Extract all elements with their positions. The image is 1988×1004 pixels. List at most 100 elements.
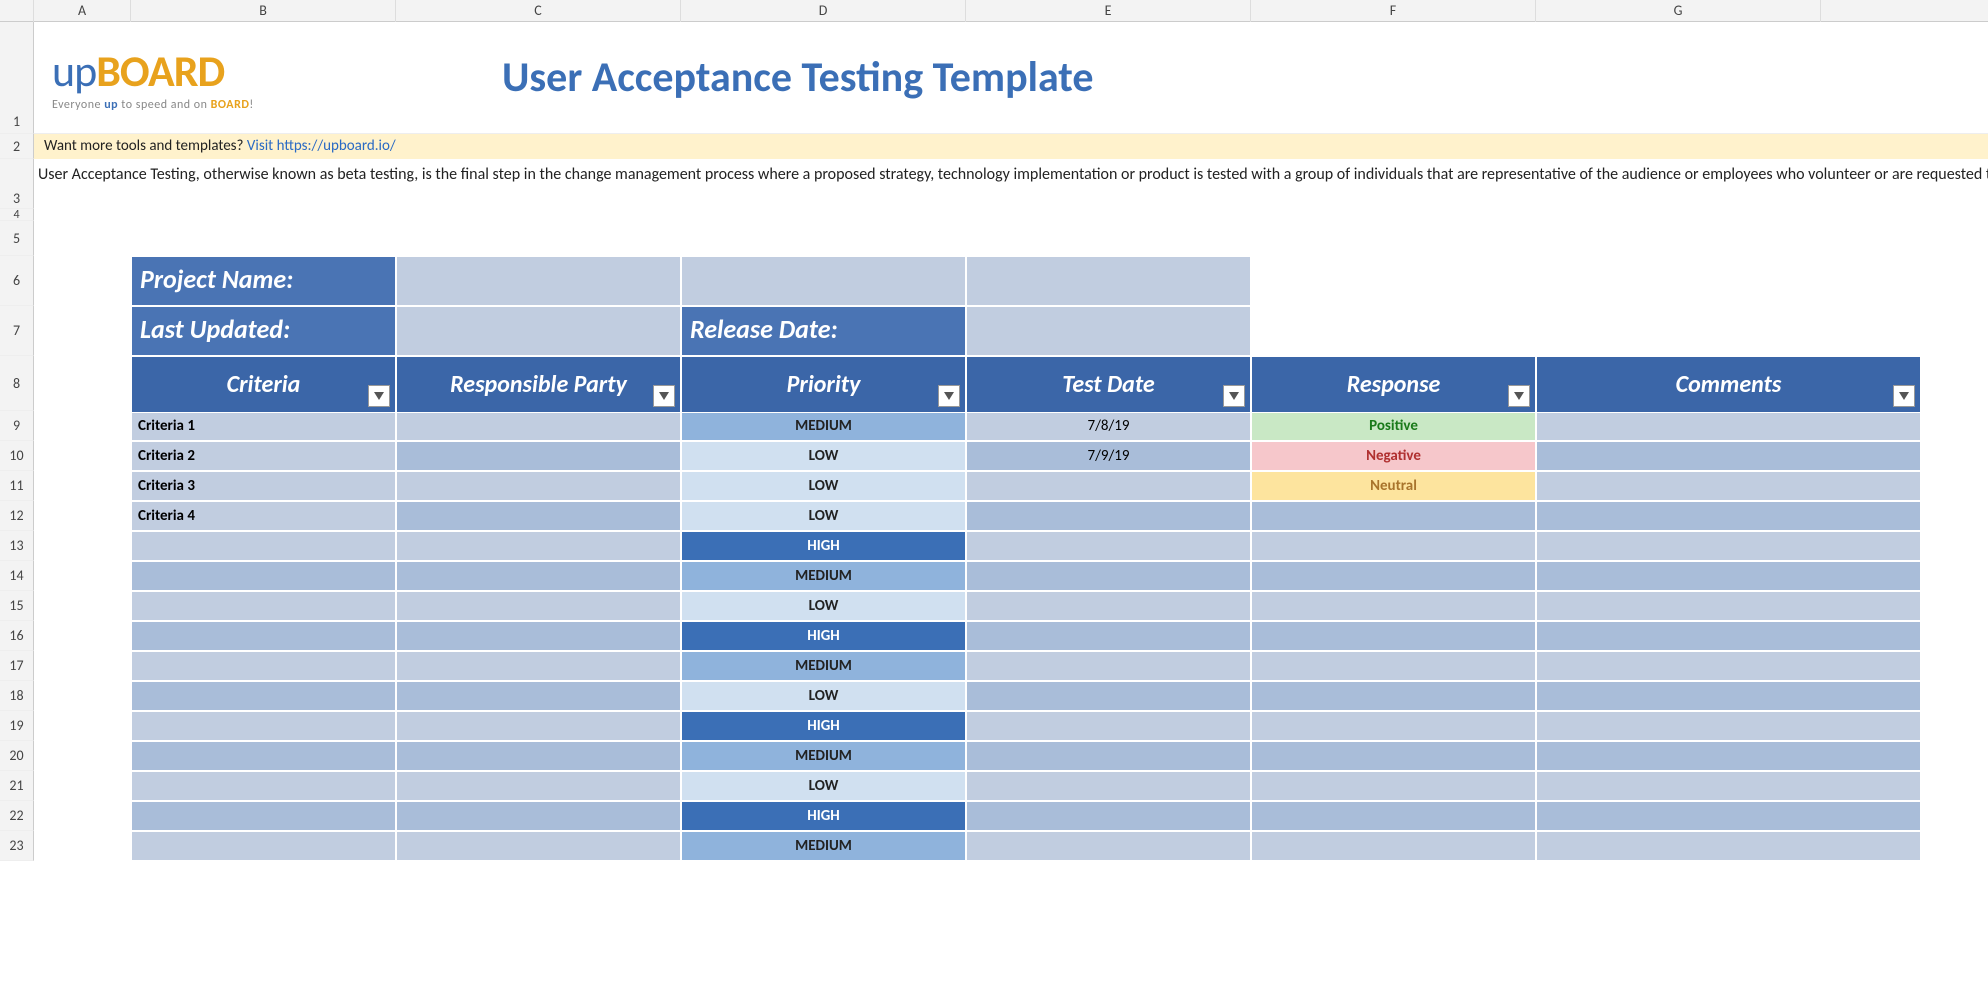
row-11[interactable]: 11 (0, 471, 34, 501)
cell-criteria[interactable]: Criteria 2 (131, 441, 396, 471)
cell-test-date[interactable] (966, 531, 1251, 561)
cell-criteria[interactable] (131, 591, 396, 621)
cell-responsible[interactable] (396, 801, 681, 831)
th-response[interactable]: Response (1251, 356, 1536, 413)
row-8[interactable]: 8 (0, 356, 34, 411)
cell-response[interactable] (1251, 531, 1536, 561)
row-6[interactable]: 6 (0, 256, 34, 306)
cell-comments[interactable] (1536, 801, 1921, 831)
cell-response[interactable]: Positive (1251, 411, 1536, 441)
cell-criteria[interactable] (131, 621, 396, 651)
cell-test-date[interactable] (966, 831, 1251, 861)
cell-response[interactable] (1251, 681, 1536, 711)
cell-priority[interactable]: HIGH (681, 801, 966, 831)
cell-response[interactable] (1251, 831, 1536, 861)
cell-responsible[interactable] (396, 561, 681, 591)
row-19[interactable]: 19 (0, 711, 34, 741)
row-22[interactable]: 22 (0, 801, 34, 831)
cell-criteria[interactable]: Criteria 3 (131, 471, 396, 501)
row-12[interactable]: 12 (0, 501, 34, 531)
cell-responsible[interactable] (396, 501, 681, 531)
cell-responsible[interactable] (396, 591, 681, 621)
cell-priority[interactable]: LOW (681, 501, 966, 531)
blank-d6[interactable] (681, 256, 966, 306)
row-1[interactable]: 1 (0, 22, 34, 134)
cell-priority[interactable]: MEDIUM (681, 651, 966, 681)
cell-response[interactable] (1251, 591, 1536, 621)
cell-comments[interactable] (1536, 441, 1921, 471)
last-updated-cell[interactable] (396, 306, 681, 356)
cell-criteria[interactable] (131, 831, 396, 861)
cell-priority[interactable]: MEDIUM (681, 561, 966, 591)
cell-priority[interactable]: HIGH (681, 531, 966, 561)
row-2[interactable]: 2 (0, 134, 34, 159)
cell-criteria[interactable] (131, 771, 396, 801)
cell-test-date[interactable] (966, 771, 1251, 801)
filter-button-responsible[interactable] (653, 385, 675, 407)
cell-responsible[interactable] (396, 741, 681, 771)
row-18[interactable]: 18 (0, 681, 34, 711)
cell-response[interactable]: Negative (1251, 441, 1536, 471)
cell-responsible[interactable] (396, 531, 681, 561)
col-D[interactable]: D (681, 0, 966, 22)
cell-criteria[interactable] (131, 681, 396, 711)
col-F[interactable]: F (1251, 0, 1536, 22)
cell-test-date[interactable] (966, 801, 1251, 831)
cell-test-date[interactable] (966, 471, 1251, 501)
cell-criteria[interactable] (131, 531, 396, 561)
th-priority[interactable]: Priority (681, 356, 966, 413)
cell-criteria[interactable] (131, 651, 396, 681)
cell-priority[interactable]: MEDIUM (681, 411, 966, 441)
cell-criteria[interactable] (131, 741, 396, 771)
cell-responsible[interactable] (396, 441, 681, 471)
cell-priority[interactable]: LOW (681, 591, 966, 621)
th-comments[interactable]: Comments (1536, 356, 1921, 413)
row-17[interactable]: 17 (0, 651, 34, 681)
cell-comments[interactable] (1536, 501, 1921, 531)
cell-responsible[interactable] (396, 681, 681, 711)
th-responsible[interactable]: Responsible Party (396, 356, 681, 413)
cell-responsible[interactable] (396, 621, 681, 651)
blank-e6[interactable] (966, 256, 1251, 306)
cell-responsible[interactable] (396, 471, 681, 501)
cell-priority[interactable]: MEDIUM (681, 741, 966, 771)
cell-criteria[interactable] (131, 711, 396, 741)
cell-comments[interactable] (1536, 651, 1921, 681)
row-4[interactable]: 4 (0, 209, 34, 221)
cell-comments[interactable] (1536, 621, 1921, 651)
col-corner[interactable] (0, 0, 34, 22)
cell-criteria[interactable] (131, 801, 396, 831)
cell-comments[interactable] (1536, 831, 1921, 861)
row-20[interactable]: 20 (0, 741, 34, 771)
cell-comments[interactable] (1536, 711, 1921, 741)
cell-responsible[interactable] (396, 411, 681, 441)
cell-test-date[interactable]: 7/9/19 (966, 441, 1251, 471)
col-A[interactable]: A (34, 0, 131, 22)
cell-comments[interactable] (1536, 771, 1921, 801)
col-G[interactable]: G (1536, 0, 1821, 22)
cell-response[interactable] (1251, 561, 1536, 591)
cell-test-date[interactable] (966, 711, 1251, 741)
cell-response[interactable] (1251, 501, 1536, 531)
row-10[interactable]: 10 (0, 441, 34, 471)
row-5[interactable]: 5 (0, 221, 34, 256)
cell-criteria[interactable]: Criteria 1 (131, 411, 396, 441)
row-14[interactable]: 14 (0, 561, 34, 591)
filter-button-test-date[interactable] (1223, 385, 1245, 407)
row-7[interactable]: 7 (0, 306, 34, 356)
cell-responsible[interactable] (396, 771, 681, 801)
cell-test-date[interactable] (966, 651, 1251, 681)
cell-response[interactable] (1251, 801, 1536, 831)
cell-test-date[interactable] (966, 621, 1251, 651)
cell-comments[interactable] (1536, 531, 1921, 561)
cell-priority[interactable]: MEDIUM (681, 831, 966, 861)
cell-response[interactable] (1251, 651, 1536, 681)
filter-button-criteria[interactable] (368, 385, 390, 407)
release-date-cell[interactable] (966, 306, 1251, 356)
cell-criteria[interactable] (131, 561, 396, 591)
row-16[interactable]: 16 (0, 621, 34, 651)
col-E[interactable]: E (966, 0, 1251, 22)
filter-button-response[interactable] (1508, 385, 1530, 407)
cell-test-date[interactable]: 7/8/19 (966, 411, 1251, 441)
col-B[interactable]: B (131, 0, 396, 22)
